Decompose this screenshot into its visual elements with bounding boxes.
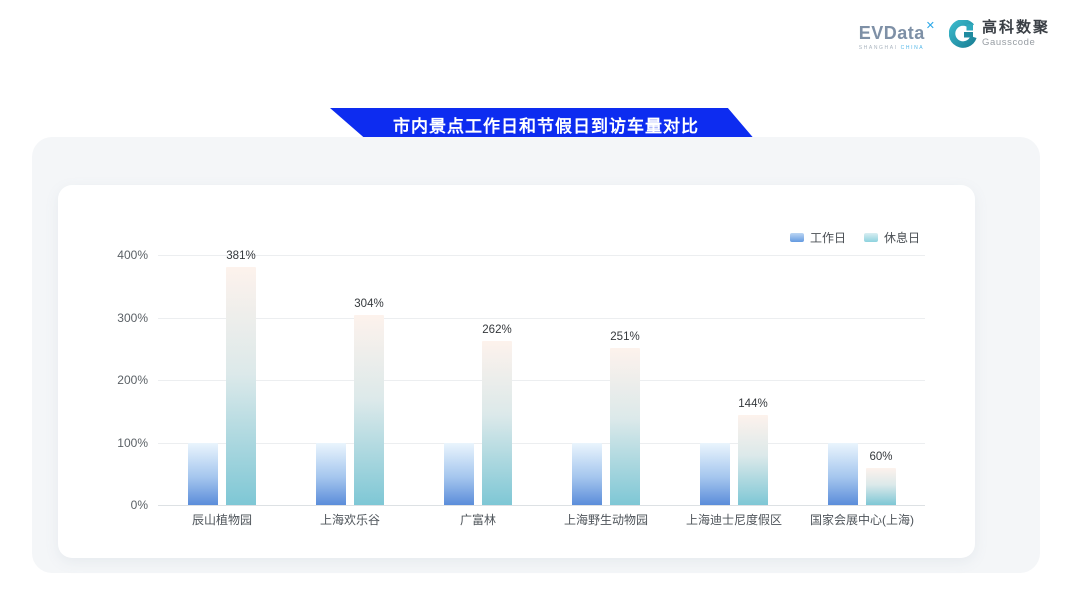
category-label: 上海野生动物园 <box>541 513 671 527</box>
bar-value-label: 144% <box>723 398 783 411</box>
category-label: 广富林 <box>413 513 543 527</box>
category-label: 上海欢乐谷 <box>285 513 415 527</box>
chart-card: 0% 100% 200% 300% 400% 381% 辰山植物园 304% 上海欢乐谷 262%… <box>58 185 975 558</box>
bar-workday[interactable] <box>572 443 602 506</box>
bar-restday[interactable] <box>866 468 896 506</box>
page-title: 市内景点工作日和节假日到访车量对比 <box>387 112 699 137</box>
bar-restday[interactable] <box>354 315 384 505</box>
gausscode-icon <box>949 20 977 53</box>
bar-value-label: 381% <box>211 250 271 263</box>
legend-item-workday[interactable]: 工作日 <box>790 229 846 246</box>
header-logos: EVData ✕ SHANGHAI CHINA 高科数聚 Gausscode <box>859 20 1050 53</box>
bar-workday[interactable] <box>700 443 730 506</box>
bar-workday[interactable] <box>188 443 218 506</box>
evdata-sub-left: SHANGHAI <box>859 45 898 51</box>
evdata-sub-right: CHINA <box>901 45 925 51</box>
evdata-logo: EVData ✕ SHANGHAI CHINA <box>859 20 935 51</box>
bar-workday[interactable] <box>444 443 474 506</box>
gridline <box>158 255 925 256</box>
legend-label: 休息日 <box>884 229 920 246</box>
gausscode-cn-text: 高科数聚 <box>982 20 1050 35</box>
evdata-x-icon: ✕ <box>926 21 935 32</box>
gridline <box>158 380 925 381</box>
category-label: 辰山植物园 <box>157 513 287 527</box>
gridline <box>158 443 925 444</box>
bar-restday[interactable] <box>738 415 768 505</box>
gridline <box>158 505 925 506</box>
chart-legend: 工作日 休息日 <box>790 229 920 246</box>
bar-workday[interactable] <box>316 443 346 506</box>
y-axis-label: 100% <box>88 435 148 451</box>
bar-restday[interactable] <box>226 267 256 505</box>
bar-value-label: 60% <box>851 451 911 464</box>
bar-restday[interactable] <box>482 341 512 505</box>
bar-value-label: 262% <box>467 324 527 337</box>
evdata-logo-text: EVData <box>859 24 925 42</box>
legend-marker <box>790 233 804 242</box>
y-axis-label: 200% <box>88 372 148 388</box>
y-axis-label: 300% <box>88 310 148 326</box>
legend-item-restday[interactable]: 休息日 <box>864 229 920 246</box>
gridline <box>158 318 925 319</box>
gausscode-logo: 高科数聚 Gausscode <box>949 20 1050 53</box>
y-axis-label: 0% <box>88 497 148 513</box>
gausscode-en-text: Gausscode <box>982 38 1050 48</box>
category-label: 国家会展中心(上海) <box>797 513 927 527</box>
legend-label: 工作日 <box>810 229 846 246</box>
category-label: 上海迪士尼度假区 <box>669 513 799 527</box>
bar-value-label: 251% <box>595 331 655 344</box>
y-axis-label: 400% <box>88 247 148 263</box>
legend-marker <box>864 233 878 242</box>
bar-value-label: 304% <box>339 298 399 311</box>
bar-restday[interactable] <box>610 348 640 505</box>
